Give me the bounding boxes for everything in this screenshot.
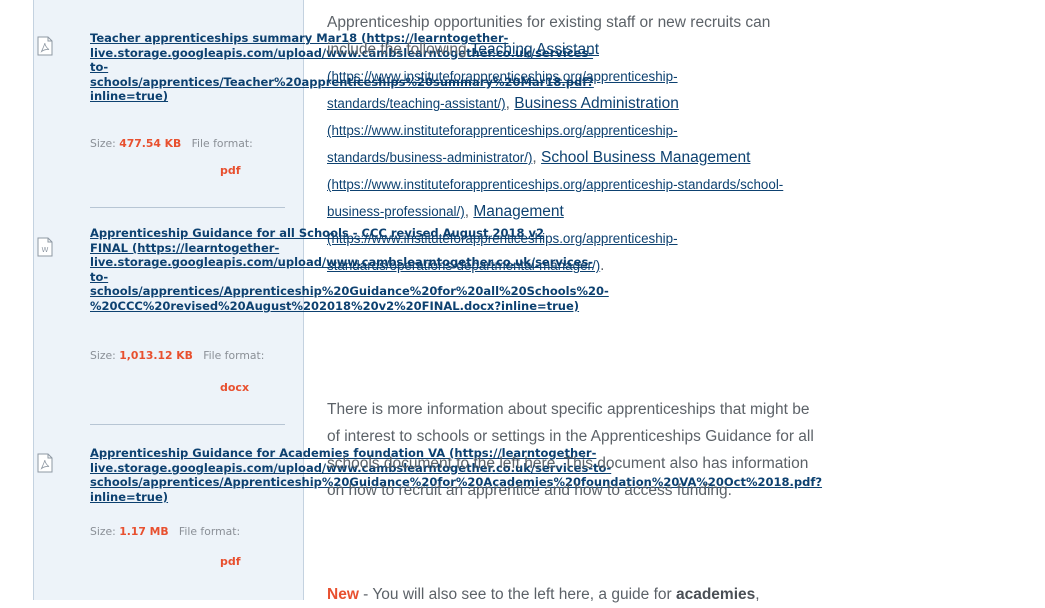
word-file-icon: W bbox=[37, 237, 53, 257]
academies-emphasis: academies bbox=[675, 586, 756, 603]
size-label: Size: bbox=[90, 137, 116, 150]
school-business-management-link[interactable]: School Business Management bbox=[541, 149, 750, 166]
management-url-link[interactable]: standards/operations-departmental-manage… bbox=[327, 258, 600, 273]
paragraph-line: on how to recruit an apprentice and how … bbox=[327, 482, 732, 499]
format-label: File format: bbox=[178, 525, 241, 538]
divider bbox=[90, 424, 285, 425]
attachment-meta: Size: 477.54 KB File format: bbox=[90, 137, 253, 151]
main-content: Apprenticeship opportunities for existin… bbox=[327, 0, 1045, 603]
attachment-meta: Size: 1,013.12 KB File format: bbox=[90, 349, 264, 363]
attachment-meta: Size: 1.17 MB File format: bbox=[90, 525, 240, 539]
pdf-file-icon bbox=[37, 453, 53, 473]
attachments-sidebar: Teacher apprenticeships summary Mar18 (h… bbox=[33, 0, 822, 600]
paragraph-line: There is more information about specific… bbox=[327, 401, 810, 418]
teaching-assistant-url-link[interactable]: standards/teaching-assistant/) bbox=[327, 96, 506, 111]
file-size: 1.17 MB bbox=[119, 525, 169, 538]
business-administration-link[interactable]: Business Administration bbox=[514, 95, 679, 112]
paragraph-text: - You will also see to the left here, a … bbox=[358, 586, 676, 603]
size-label: Size: bbox=[90, 525, 116, 538]
paragraph-line: schools document to the left here. This … bbox=[327, 455, 809, 472]
paragraph-text: , bbox=[755, 586, 760, 603]
school-business-management-url-link[interactable]: (https://www.instituteforapprenticeships… bbox=[327, 177, 783, 192]
format-label: File format: bbox=[203, 349, 265, 362]
paragraph-line: of interest to schools or settings in th… bbox=[327, 428, 814, 445]
divider bbox=[90, 207, 285, 208]
paragraph-text: include the following bbox=[327, 41, 471, 58]
teaching-assistant-url-link[interactable]: (https://www.instituteforapprenticeships… bbox=[327, 69, 678, 84]
business-administration-url-link[interactable]: (https://www.instituteforapprenticeships… bbox=[327, 123, 678, 138]
apprenticeship-options-paragraph: Apprenticeship opportunities for existin… bbox=[327, 9, 1045, 279]
teaching-assistant-link[interactable]: Teaching Assistant bbox=[471, 41, 599, 58]
paragraph-line: Apprenticeship opportunities for existin… bbox=[327, 14, 771, 31]
new-label: New bbox=[327, 586, 359, 603]
guidance-info-paragraph: There is more information about specific… bbox=[327, 396, 1045, 504]
paragraph-line: include the following Teaching Assistant bbox=[327, 36, 1045, 63]
business-administration-url-link[interactable]: standards/business-administrator/) bbox=[327, 150, 532, 165]
academies-paragraph: New - You will also see to the left here… bbox=[327, 581, 1045, 608]
school-business-management-url-link[interactable]: business-professional/) bbox=[327, 204, 465, 219]
svg-text:W: W bbox=[42, 246, 49, 254]
file-size: 477.54 KB bbox=[119, 137, 182, 150]
file-format: pdf bbox=[220, 555, 241, 568]
file-format: pdf bbox=[220, 164, 241, 177]
management-link[interactable]: Management bbox=[473, 203, 563, 220]
format-label: File format: bbox=[191, 137, 253, 150]
management-url-link[interactable]: (https://www.instituteforapprenticeships… bbox=[327, 231, 678, 246]
file-size: 1,013.12 KB bbox=[119, 349, 193, 362]
size-label: Size: bbox=[90, 349, 116, 362]
file-format: docx bbox=[220, 381, 250, 394]
pdf-file-icon bbox=[37, 36, 53, 56]
